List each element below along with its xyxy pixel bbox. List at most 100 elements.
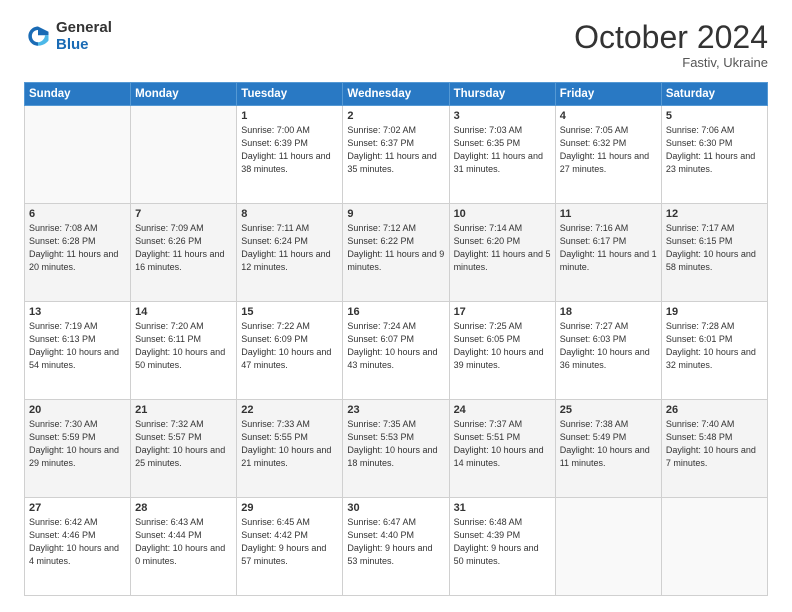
day-info: Sunrise: 7:03 AMSunset: 6:35 PMDaylight:… xyxy=(454,124,551,176)
day-number: 12 xyxy=(666,208,763,220)
day-info: Sunrise: 6:48 AMSunset: 4:39 PMDaylight:… xyxy=(454,516,551,568)
day-info: Sunrise: 7:24 AMSunset: 6:07 PMDaylight:… xyxy=(347,320,444,372)
calendar-cell: 1 Sunrise: 7:00 AMSunset: 6:39 PMDaylight… xyxy=(237,106,343,204)
calendar-cell: 17Sunrise: 7:25 AMSunset: 6:05 PMDayligh… xyxy=(449,302,555,400)
day-number: 2 xyxy=(347,110,444,122)
calendar-cell xyxy=(25,106,131,204)
calendar-cell: 10 Sunrise: 7:14 AMSunset: 6:20 PMDayligh… xyxy=(449,204,555,302)
calendar-cell: 2 Sunrise: 7:02 AMSunset: 6:37 PMDaylight… xyxy=(343,106,449,204)
logo-general-text: General xyxy=(56,20,112,37)
day-number: 26 xyxy=(666,404,763,416)
day-info: Sunrise: 7:37 AMSunset: 5:51 PMDaylight:… xyxy=(454,418,551,470)
day-number: 20 xyxy=(29,404,126,416)
calendar-week-4: 20 Sunrise: 7:30 AMSunset: 5:59 PMDayligh… xyxy=(25,400,768,498)
calendar-cell: 28Sunrise: 6:43 AMSunset: 4:44 PMDayligh… xyxy=(131,498,237,596)
day-number: 1 xyxy=(241,110,338,122)
calendar-cell: 21 Sunrise: 7:32 AMSunset: 5:57 PMDayligh… xyxy=(131,400,237,498)
calendar-cell: 11 Sunrise: 7:16 AMSunset: 6:17 PMDayligh… xyxy=(555,204,661,302)
day-number: 31 xyxy=(454,502,551,514)
day-info: Sunrise: 7:30 AMSunset: 5:59 PMDaylight:… xyxy=(29,418,126,470)
day-info: Sunrise: 7:00 AMSunset: 6:39 PMDaylight:… xyxy=(241,124,338,176)
day-info: Sunrise: 7:17 AMSunset: 6:15 PMDaylight:… xyxy=(666,222,763,274)
day-number: 16 xyxy=(347,306,444,318)
day-info: Sunrise: 7:33 AMSunset: 5:55 PMDaylight:… xyxy=(241,418,338,470)
calendar-cell: 24 Sunrise: 7:37 AMSunset: 5:51 PMDayligh… xyxy=(449,400,555,498)
day-number: 7 xyxy=(135,208,232,220)
calendar-cell: 6 Sunrise: 7:08 AMSunset: 6:28 PMDaylight… xyxy=(25,204,131,302)
calendar-header-sunday: Sunday xyxy=(25,83,131,106)
calendar-cell: 23 Sunrise: 7:35 AMSunset: 5:53 PMDayligh… xyxy=(343,400,449,498)
day-number: 22 xyxy=(241,404,338,416)
day-number: 17 xyxy=(454,306,551,318)
day-number: 6 xyxy=(29,208,126,220)
day-number: 4 xyxy=(560,110,657,122)
logo: General Blue xyxy=(24,20,112,53)
calendar-header-friday: Friday xyxy=(555,83,661,106)
day-number: 14 xyxy=(135,306,232,318)
calendar-cell: 18Sunrise: 7:27 AMSunset: 6:03 PMDayligh… xyxy=(555,302,661,400)
day-info: Sunrise: 7:35 AMSunset: 5:53 PMDaylight:… xyxy=(347,418,444,470)
calendar-cell: 20 Sunrise: 7:30 AMSunset: 5:59 PMDayligh… xyxy=(25,400,131,498)
day-number: 23 xyxy=(347,404,444,416)
day-number: 24 xyxy=(454,404,551,416)
day-info: Sunrise: 7:32 AMSunset: 5:57 PMDaylight:… xyxy=(135,418,232,470)
day-number: 30 xyxy=(347,502,444,514)
day-info: Sunrise: 7:38 AMSunset: 5:49 PMDaylight:… xyxy=(560,418,657,470)
calendar-cell: 16 Sunrise: 7:24 AMSunset: 6:07 PMDayligh… xyxy=(343,302,449,400)
calendar-cell: 8Sunrise: 7:11 AMSunset: 6:24 PMDaylight… xyxy=(237,204,343,302)
calendar-header-thursday: Thursday xyxy=(449,83,555,106)
day-info: Sunrise: 7:40 AMSunset: 5:48 PMDaylight:… xyxy=(666,418,763,470)
day-info: Sunrise: 7:16 AMSunset: 6:17 PMDaylight:… xyxy=(560,222,657,274)
day-info: Sunrise: 7:27 AMSunset: 6:03 PMDaylight:… xyxy=(560,320,657,372)
calendar-cell xyxy=(555,498,661,596)
day-info: Sunrise: 7:22 AMSunset: 6:09 PMDaylight:… xyxy=(241,320,338,372)
day-info: Sunrise: 7:02 AMSunset: 6:37 PMDaylight:… xyxy=(347,124,444,176)
calendar-cell: 12 Sunrise: 7:17 AMSunset: 6:15 PMDayligh… xyxy=(661,204,767,302)
calendar-cell: 3 Sunrise: 7:03 AMSunset: 6:35 PMDaylight… xyxy=(449,106,555,204)
day-info: Sunrise: 7:06 AMSunset: 6:30 PMDaylight:… xyxy=(666,124,763,176)
day-info: Sunrise: 7:08 AMSunset: 6:28 PMDaylight:… xyxy=(29,222,126,274)
day-number: 27 xyxy=(29,502,126,514)
header: General Blue October 2024 Fastiv, Ukrain… xyxy=(24,20,768,70)
title-block: October 2024 Fastiv, Ukraine xyxy=(574,20,768,70)
calendar-cell: 7 Sunrise: 7:09 AMSunset: 6:26 PMDaylight… xyxy=(131,204,237,302)
day-number: 5 xyxy=(666,110,763,122)
logo-icon xyxy=(24,23,52,51)
calendar-header-row: SundayMondayTuesdayWednesdayThursdayFrid… xyxy=(25,83,768,106)
day-number: 15 xyxy=(241,306,338,318)
calendar-cell: 22 Sunrise: 7:33 AMSunset: 5:55 PMDayligh… xyxy=(237,400,343,498)
day-number: 3 xyxy=(454,110,551,122)
calendar-title: October 2024 xyxy=(574,20,768,55)
day-info: Sunrise: 7:14 AMSunset: 6:20 PMDaylight:… xyxy=(454,222,551,274)
calendar-header-tuesday: Tuesday xyxy=(237,83,343,106)
calendar-location: Fastiv, Ukraine xyxy=(574,55,768,70)
calendar-cell: 19Sunrise: 7:28 AMSunset: 6:01 PMDayligh… xyxy=(661,302,767,400)
calendar-cell xyxy=(131,106,237,204)
calendar-cell: 14Sunrise: 7:20 AMSunset: 6:11 PMDayligh… xyxy=(131,302,237,400)
day-info: Sunrise: 6:47 AMSunset: 4:40 PMDaylight:… xyxy=(347,516,444,568)
calendar-header-monday: Monday xyxy=(131,83,237,106)
calendar-cell: 27 Sunrise: 6:42 AMSunset: 4:46 PMDayligh… xyxy=(25,498,131,596)
day-info: Sunrise: 6:42 AMSunset: 4:46 PMDaylight:… xyxy=(29,516,126,568)
calendar-cell: 25Sunrise: 7:38 AMSunset: 5:49 PMDayligh… xyxy=(555,400,661,498)
day-number: 13 xyxy=(29,306,126,318)
calendar-page: General Blue October 2024 Fastiv, Ukrain… xyxy=(0,0,792,612)
day-number: 11 xyxy=(560,208,657,220)
calendar-table: SundayMondayTuesdayWednesdayThursdayFrid… xyxy=(24,82,768,596)
day-number: 29 xyxy=(241,502,338,514)
day-info: Sunrise: 7:12 AMSunset: 6:22 PMDaylight:… xyxy=(347,222,444,274)
calendar-week-3: 13 Sunrise: 7:19 AMSunset: 6:13 PMDayligh… xyxy=(25,302,768,400)
day-info: Sunrise: 7:11 AMSunset: 6:24 PMDaylight:… xyxy=(241,222,338,274)
day-number: 28 xyxy=(135,502,232,514)
day-number: 21 xyxy=(135,404,232,416)
calendar-week-5: 27 Sunrise: 6:42 AMSunset: 4:46 PMDayligh… xyxy=(25,498,768,596)
calendar-header-saturday: Saturday xyxy=(661,83,767,106)
calendar-cell: 30 Sunrise: 6:47 AMSunset: 4:40 PMDayligh… xyxy=(343,498,449,596)
day-number: 10 xyxy=(454,208,551,220)
calendar-cell: 5 Sunrise: 7:06 AMSunset: 6:30 PMDaylight… xyxy=(661,106,767,204)
day-number: 9 xyxy=(347,208,444,220)
day-info: Sunrise: 7:09 AMSunset: 6:26 PMDaylight:… xyxy=(135,222,232,274)
day-info: Sunrise: 7:05 AMSunset: 6:32 PMDaylight:… xyxy=(560,124,657,176)
day-info: Sunrise: 7:19 AMSunset: 6:13 PMDaylight:… xyxy=(29,320,126,372)
calendar-cell xyxy=(661,498,767,596)
